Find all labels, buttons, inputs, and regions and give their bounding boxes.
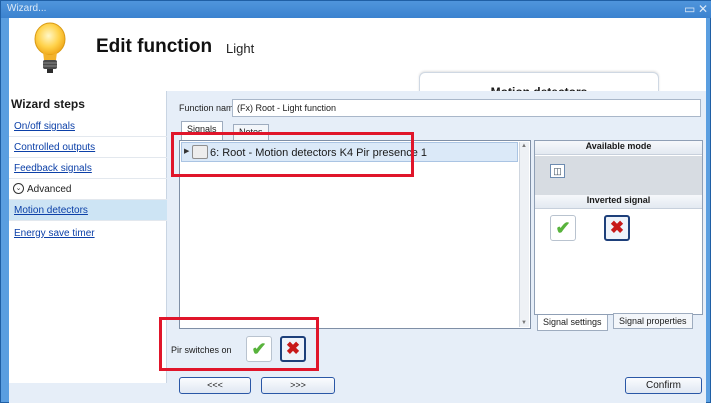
step-motion-detectors[interactable]: Motion detectors [9, 200, 167, 221]
scroll-down-icon[interactable]: ▼ [521, 320, 527, 326]
highlight-box-pir [159, 317, 319, 371]
next-button[interactable]: >>> [261, 377, 335, 394]
highlight-box-signal [171, 132, 414, 177]
step-controlled-outputs[interactable]: Controlled outputs [9, 137, 167, 158]
light-bulb-icon [34, 22, 66, 73]
step-on-off-signals[interactable]: On/off signals [9, 116, 167, 137]
header: Edit function Light Motion detectors [9, 18, 706, 108]
step-label: Controlled outputs [14, 142, 96, 153]
signal-settings-panel: Available mode ◫ Inverted signal ✔ ✖ [534, 140, 703, 315]
step-advanced[interactable]: ⌄ Advanced [9, 179, 167, 200]
step-label: Motion detectors [14, 205, 88, 216]
wizard-window: Wizard... ▭ ✕ Edit function Light Motion… [0, 0, 711, 403]
restore-icon[interactable]: ▭ [684, 2, 695, 16]
page-subtitle: Light [226, 41, 255, 56]
step-label: Feedback signals [14, 163, 92, 174]
close-icon[interactable]: ✕ [698, 2, 708, 16]
previous-button[interactable]: <<< [179, 377, 251, 394]
step-feedback-signals[interactable]: Feedback signals [9, 158, 167, 179]
function-name-input[interactable]: (Fx) Root - Light function [232, 99, 701, 117]
window-title: Wizard... [7, 3, 47, 14]
step-energy-save-timer[interactable]: Energy save timer [9, 223, 167, 244]
mode-icon[interactable]: ◫ [550, 164, 565, 178]
step-label: On/off signals [14, 121, 75, 132]
inverted-signal-heading: Inverted signal [535, 195, 702, 209]
tab-signal-properties[interactable]: Signal properties [613, 313, 693, 329]
step-label: Energy save timer [14, 228, 95, 239]
tab-signal-settings[interactable]: Signal settings [537, 315, 608, 331]
available-mode-heading: Available mode [535, 141, 702, 155]
confirm-button[interactable]: Confirm [625, 377, 702, 394]
scroll-up-icon[interactable]: ▲ [521, 143, 527, 149]
inverted-no-button[interactable]: ✖ [604, 215, 630, 241]
step-label: Advanced [27, 184, 72, 195]
title-bar: Wizard... ▭ ✕ [1, 1, 711, 18]
chevron-down-icon: ⌄ [13, 183, 24, 194]
footer-bar [9, 383, 706, 403]
page-title: Edit function [96, 36, 213, 57]
wizard-steps-panel: Wizard steps On/off signals Controlled o… [9, 91, 167, 383]
wizard-steps-heading: Wizard steps [11, 97, 85, 111]
inverted-yes-button[interactable]: ✔ [550, 215, 576, 241]
check-icon: ✔ [555, 218, 571, 238]
vertical-scrollbar[interactable]: ▲ ▼ [519, 142, 529, 327]
cross-icon: ✖ [609, 218, 625, 237]
